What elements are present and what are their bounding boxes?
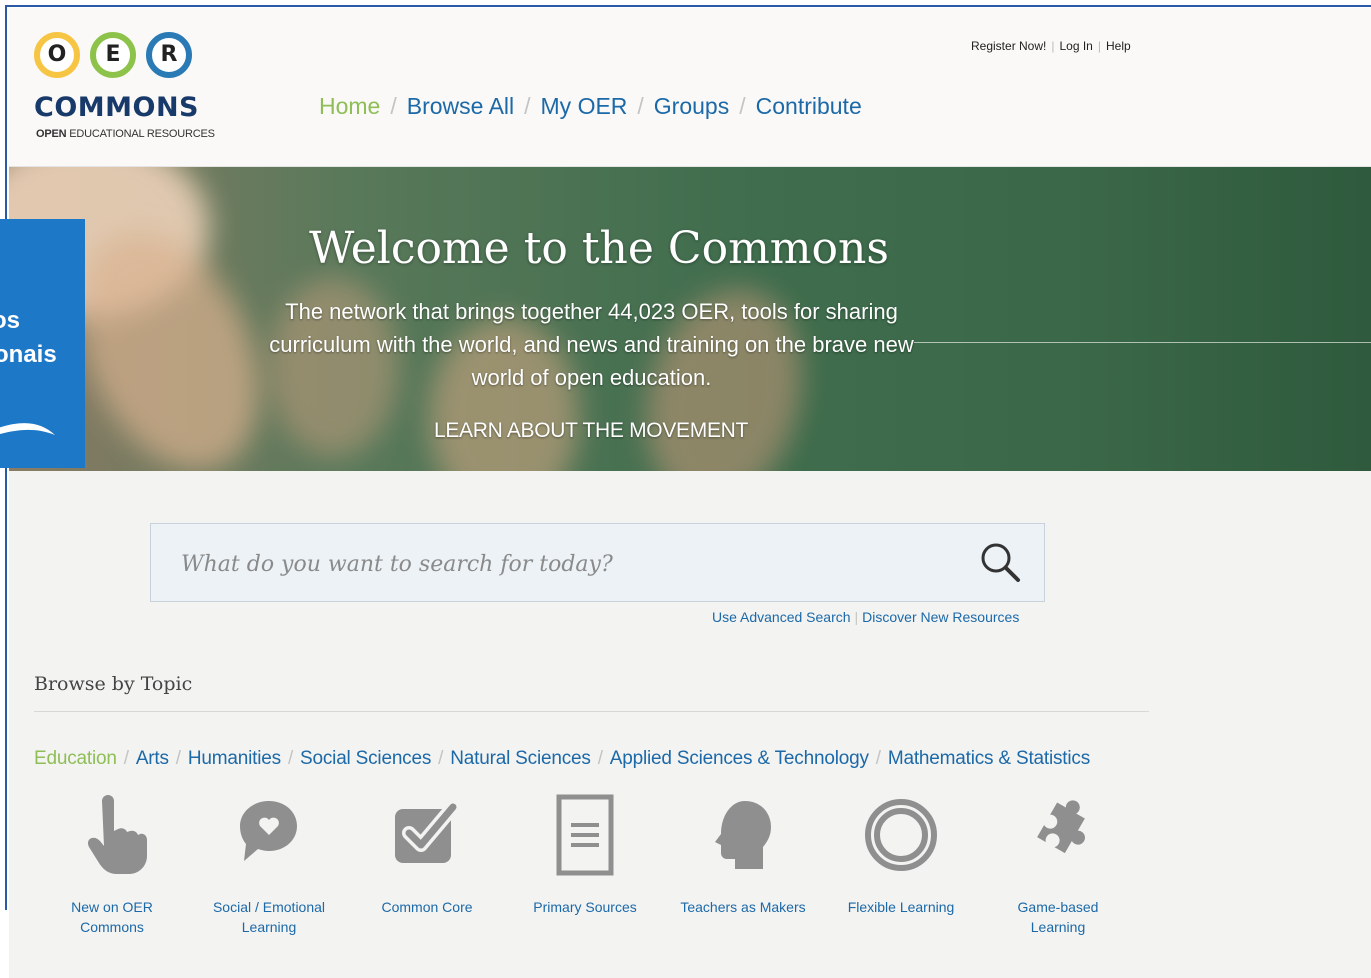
- logo-tagline-bold: OPEN: [36, 128, 67, 140]
- help-link[interactable]: Help: [1106, 39, 1131, 53]
- logo-letter-o: O: [34, 32, 80, 78]
- tile-label-line: Learning: [241, 919, 297, 935]
- swoosh-icon: [0, 423, 55, 435]
- hero-divider-line: [914, 342, 1371, 343]
- topic-separator: /: [597, 748, 603, 769]
- ring-icon: [865, 799, 937, 871]
- topic-humanities[interactable]: Humanities: [188, 748, 281, 769]
- topic-separator: /: [287, 748, 294, 769]
- tile-label: Flexible Learning: [826, 897, 976, 917]
- topic-applied-sciences[interactable]: Applied Sciences & Technology: [610, 748, 869, 769]
- puzzle-piece-icon: [1037, 800, 1085, 854]
- pointing-hand-icon: [88, 795, 147, 874]
- tile-label-line: Learning: [1030, 919, 1086, 935]
- hero-description: The network that brings together 44,023 …: [269, 299, 914, 390]
- main-nav: Home / Browse All / My OER / Groups / Contribute: [319, 93, 862, 120]
- tile-game-based-learning[interactable]: Game-based Learning: [983, 793, 1133, 937]
- nav-groups[interactable]: Groups: [654, 93, 729, 119]
- section-divider: [34, 711, 1149, 712]
- tile-flexible-learning[interactable]: Flexible Learning: [826, 793, 976, 917]
- hero-banner: Welcome to the Commons The network that …: [9, 167, 1371, 471]
- learn-about-movement-link[interactable]: LEARN ABOUT THE MOVEMENT: [9, 419, 1173, 443]
- tile-teachers-as-makers[interactable]: Teachers as Makers: [668, 793, 818, 917]
- hero-title: Welcome to the Commons: [309, 223, 889, 274]
- tile-label-line: New on OER: [71, 899, 153, 915]
- topic-separator: /: [875, 748, 881, 769]
- topic-arts[interactable]: Arts: [136, 748, 169, 769]
- nav-home[interactable]: Home: [319, 93, 380, 119]
- tile-label-line: Flexible Learning: [847, 899, 955, 915]
- browse-by-topic-heading: Browse by Topic: [34, 673, 193, 695]
- divider: |: [1097, 39, 1101, 53]
- login-link[interactable]: Log In: [1059, 39, 1092, 53]
- tile-label-line: Common Core: [381, 899, 473, 915]
- discover-resources-link[interactable]: Discover New Resources: [862, 609, 1019, 625]
- nav-browse-all[interactable]: Browse All: [407, 93, 514, 119]
- logo-wordmark: COMMONS: [34, 92, 199, 123]
- tile-label: Game-based Learning: [983, 897, 1133, 937]
- utility-links: Register Now! | Log In | Help: [971, 39, 1131, 53]
- nav-separator: /: [637, 93, 644, 119]
- logo-tagline-rest: EDUCATIONAL RESOURCES: [66, 128, 215, 140]
- topic-nav: Education / Arts / Humanities / Social Science…: [34, 748, 1090, 770]
- topic-mathematics-statistics[interactable]: Mathematics & Statistics: [888, 748, 1090, 769]
- tile-new-on-oer[interactable]: New on OER Commons: [37, 793, 187, 937]
- topic-separator: /: [438, 748, 444, 769]
- register-link[interactable]: Register Now!: [971, 39, 1046, 53]
- topic-separator: /: [175, 748, 181, 769]
- tile-label-line: Teachers as Makers: [680, 899, 806, 915]
- page: O E R COMMONS OPEN EDUCATIONAL RESOURCES…: [9, 8, 1371, 978]
- tile-label: Teachers as Makers: [668, 897, 818, 917]
- document-icon: [556, 794, 614, 876]
- tile-label: Common Core: [352, 897, 502, 917]
- topic-education[interactable]: Education: [34, 748, 117, 769]
- advanced-search-link[interactable]: Use Advanced Search: [712, 609, 851, 625]
- nav-contribute[interactable]: Contribute: [756, 93, 862, 119]
- search-button[interactable]: [978, 540, 1024, 586]
- tile-social-emotional-learning[interactable]: Social / Emotional Learning: [194, 793, 344, 937]
- tile-common-core[interactable]: Common Core: [352, 793, 502, 917]
- tile-label: Primary Sources: [510, 897, 660, 917]
- tile-label-line: Primary Sources: [533, 899, 637, 915]
- topic-separator: /: [123, 748, 129, 769]
- frame-border-top: [6, 5, 1371, 7]
- tile-label-line: Game-based: [1017, 899, 1099, 915]
- tile-label: Social / Emotional Learning: [194, 897, 344, 937]
- logo-letter-r: R: [146, 32, 192, 78]
- checkbox-icon: [395, 800, 460, 863]
- nav-separator: /: [739, 93, 746, 119]
- logo-letter-e: E: [90, 32, 136, 78]
- search-input[interactable]: [179, 546, 943, 582]
- nav-separator: /: [390, 93, 397, 119]
- logo-tagline: OPEN EDUCATIONAL RESOURCES: [36, 128, 215, 140]
- heart-speech-bubble-icon: [240, 801, 297, 861]
- nav-my-oer[interactable]: My OER: [541, 93, 628, 119]
- tile-label-line: Commons: [80, 919, 144, 935]
- topic-natural-sciences[interactable]: Natural Sciences: [450, 748, 591, 769]
- divider: |: [1051, 39, 1055, 53]
- topic-social-sciences[interactable]: Social Sciences: [300, 748, 431, 769]
- tile-label-line: Social / Emotional: [212, 899, 326, 915]
- site-header: O E R COMMONS OPEN EDUCATIONAL RESOURCES…: [9, 8, 1371, 167]
- search-box: [150, 523, 1045, 602]
- divider: |: [854, 609, 859, 625]
- search-links: Use Advanced Search | Discover New Resourc…: [712, 609, 1019, 625]
- nav-separator: /: [524, 93, 531, 119]
- oer-commons-logo[interactable]: O E R COMMONS OPEN EDUCATIONAL RESOURCES: [34, 32, 215, 152]
- tile-primary-sources[interactable]: Primary Sources: [510, 793, 660, 917]
- tile-label: New on OER Commons: [37, 897, 187, 937]
- overlay-side-panel[interactable]: os onais: [0, 219, 85, 468]
- head-profile-icon: [715, 801, 771, 869]
- search-icon: [981, 543, 1020, 582]
